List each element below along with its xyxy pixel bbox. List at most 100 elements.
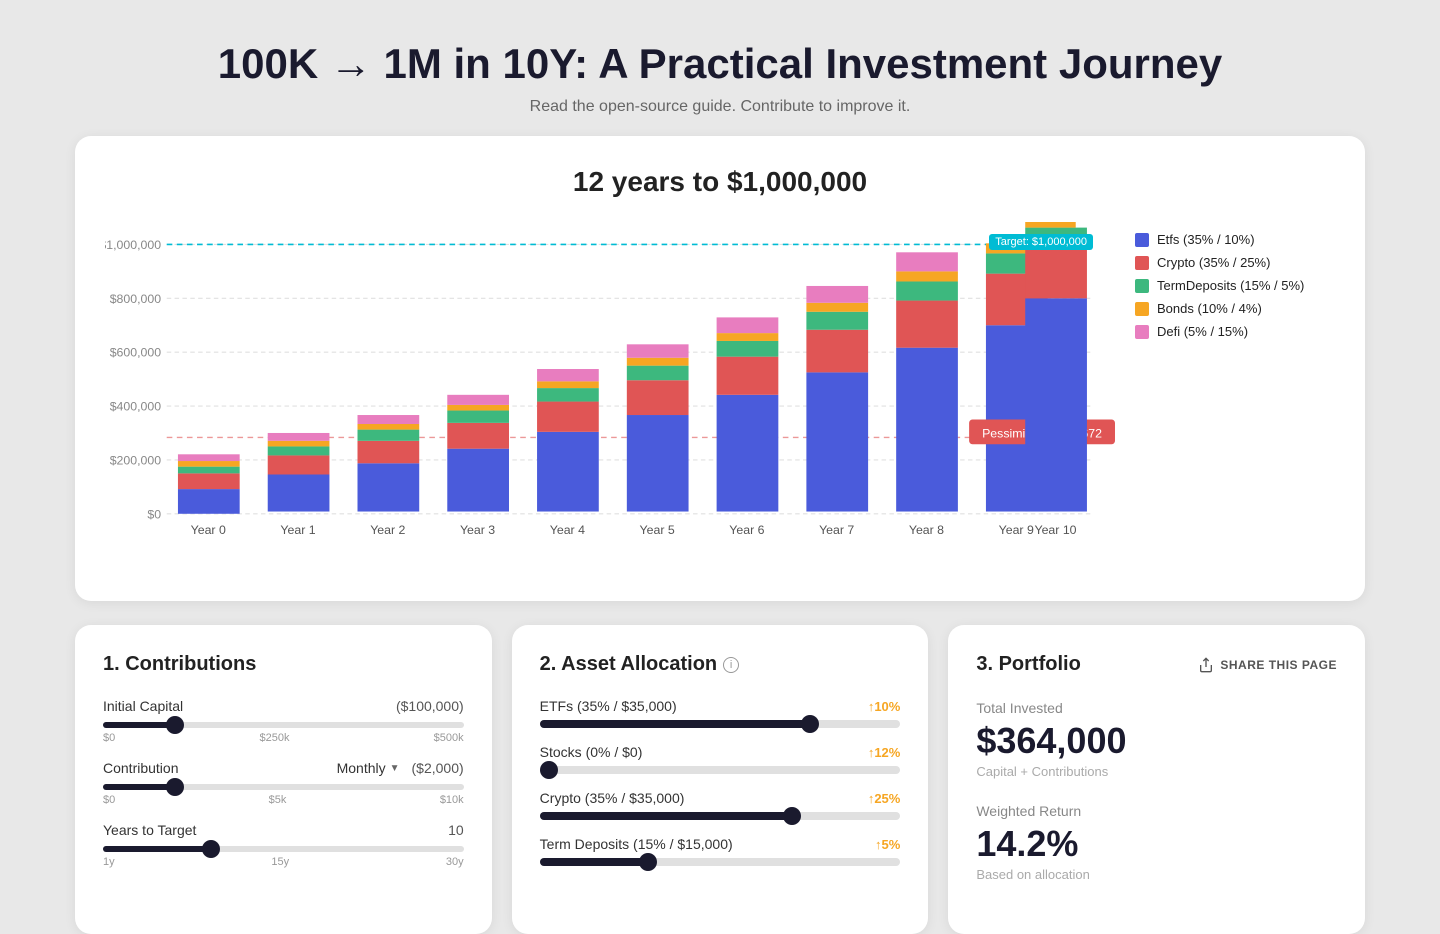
svg-text:Year 1: Year 1	[280, 523, 315, 537]
share-button[interactable]: SHARE THIS PAGE	[1198, 657, 1337, 673]
alloc-termdeposits-label: Term Deposits (15% / $15,000)	[540, 836, 733, 852]
svg-text:Year 5: Year 5	[640, 523, 675, 537]
initial-capital-value: ($100,000)	[396, 698, 464, 714]
chart-area: Target: $1,000,000 $1,000,000 $800,0	[105, 222, 1335, 581]
alloc-crypto-track[interactable]	[540, 812, 901, 820]
legend-label-defi: Defi (5% / 15%)	[1157, 324, 1248, 339]
legend-label-bonds: Bonds (10% / 4%)	[1157, 301, 1262, 316]
legend-dot-termdeposits	[1135, 279, 1149, 293]
svg-text:$400,000: $400,000	[110, 400, 162, 414]
svg-text:$200,000: $200,000	[110, 453, 162, 467]
portfolio-header: 3. Portfolio SHARE THIS PAGE	[976, 653, 1337, 676]
years-slider-thumb[interactable]	[202, 840, 220, 858]
alloc-etfs-rate: ↑10%	[868, 699, 901, 714]
bar-year-3: Year 3	[447, 395, 509, 537]
contribution-mid-label: $5k	[269, 794, 287, 806]
share-icon	[1198, 657, 1214, 673]
svg-text:Year 2: Year 2	[370, 523, 405, 537]
chart-container: Target: $1,000,000 $1,000,000 $800,0	[105, 222, 1115, 581]
alloc-crypto-thumb[interactable]	[783, 807, 801, 825]
alloc-termdeposits: Term Deposits (15% / $15,000) ↑5%	[540, 836, 901, 866]
legend-dot-crypto	[1135, 256, 1149, 270]
alloc-stocks-rate: ↑12%	[868, 745, 901, 760]
bar-chart-svg: $1,000,000 $800,000 $600,000 $400,000 $2…	[105, 222, 1115, 581]
years-label: Years to Target	[103, 822, 196, 838]
alloc-termdeposits-fill	[540, 858, 648, 866]
initial-slider-thumb[interactable]	[166, 716, 184, 734]
dropdown-value: Monthly	[337, 760, 386, 776]
chart-svg-wrap: Target: $1,000,000 $1,000,000 $800,0	[105, 222, 1115, 581]
initial-max-label: $500k	[434, 732, 464, 744]
allocation-panel: 2. Asset Allocation i ETFs (35% / $35,00…	[512, 625, 929, 934]
bar-year-0: Year 0	[178, 454, 240, 537]
years-min-label: 1y	[103, 856, 115, 868]
alloc-etfs-track[interactable]	[540, 720, 901, 728]
svg-text:Year 4: Year 4	[550, 523, 585, 537]
bar-year-7: Year 7	[806, 286, 868, 537]
portfolio-heading: 3. Portfolio	[976, 653, 1080, 676]
contribution-value: ($2,000)	[412, 760, 464, 776]
years-slider[interactable]: 1y 15y 30y	[103, 846, 464, 868]
alloc-stocks-header: Stocks (0% / $0) ↑12%	[540, 744, 901, 760]
alloc-termdeposits-rate: ↑5%	[875, 837, 900, 852]
legend-dot-defi	[1135, 325, 1149, 339]
legend-label-crypto: Crypto (35% / 25%)	[1157, 255, 1270, 270]
contribution-slider-thumb[interactable]	[166, 778, 184, 796]
alloc-etfs: ETFs (35% / $35,000) ↑10%	[540, 698, 901, 728]
contribution-dropdown[interactable]: Monthly ▼	[337, 760, 400, 776]
bar-year-5: Year 5	[627, 344, 689, 537]
allocation-heading: 2. Asset Allocation	[540, 653, 717, 676]
years-slider-track	[103, 846, 464, 852]
alloc-etfs-label: ETFs (35% / $35,000)	[540, 698, 677, 714]
bar-year-4: Year 4	[537, 369, 599, 537]
svg-text:$600,000: $600,000	[110, 346, 162, 360]
weighted-return-label: Weighted Return	[976, 803, 1337, 819]
page-subtitle: Read the open-source guide. Contribute t…	[20, 98, 1420, 116]
legend-dot-etfs	[1135, 233, 1149, 247]
bar-year-10: Year 10	[1025, 222, 1087, 537]
total-invested-stat: Total Invested $364,000 Capital + Contri…	[976, 700, 1337, 779]
alloc-termdeposits-thumb[interactable]	[639, 853, 657, 871]
alloc-crypto: Crypto (35% / $35,000) ↑25%	[540, 790, 901, 820]
contribution-label: Contribution	[103, 760, 179, 776]
svg-text:Year 7: Year 7	[819, 523, 854, 537]
years-mid-label: 15y	[271, 856, 289, 868]
contributions-panel: 1. Contributions Initial Capital ($100,0…	[75, 625, 492, 934]
bar-year-2: Year 2	[358, 415, 420, 537]
alloc-stocks-track[interactable]	[540, 766, 901, 774]
alloc-etfs-thumb[interactable]	[801, 715, 819, 733]
years-slider-fill	[103, 846, 211, 852]
alloc-etfs-header: ETFs (35% / $35,000) ↑10%	[540, 698, 901, 714]
bar-year-8: Year 8	[896, 252, 958, 537]
years-max-label: 30y	[446, 856, 464, 868]
legend-bonds: Bonds (10% / 4%)	[1135, 301, 1335, 316]
alloc-etfs-fill	[540, 720, 811, 728]
portfolio-panel: 3. Portfolio SHARE THIS PAGE Total Inves…	[948, 625, 1365, 934]
bottom-panels: 1. Contributions Initial Capital ($100,0…	[75, 625, 1365, 934]
alloc-termdeposits-track[interactable]	[540, 858, 901, 866]
alloc-crypto-rate: ↑25%	[868, 791, 901, 806]
initial-slider-fill	[103, 722, 175, 728]
legend-label-etfs: Etfs (35% / 10%)	[1157, 232, 1255, 247]
svg-text:$800,000: $800,000	[110, 292, 162, 306]
weighted-return-stat: Weighted Return 14.2% Based on allocatio…	[976, 803, 1337, 882]
contributions-heading: 1. Contributions	[103, 653, 464, 676]
initial-capital-slider[interactable]: $0 $250k $500k	[103, 722, 464, 744]
contribution-min-label: $0	[103, 794, 115, 806]
svg-text:$0: $0	[147, 507, 161, 521]
alloc-stocks-thumb[interactable]	[540, 761, 558, 779]
bar-year-6: Year 6	[717, 317, 779, 537]
page-title: 100K → 1M in 10Y: A Practical Investment…	[20, 40, 1420, 88]
initial-slider-labels: $0 $250k $500k	[103, 732, 464, 744]
svg-text:Year 0: Year 0	[191, 523, 226, 537]
initial-slider-track	[103, 722, 464, 728]
initial-min-label: $0	[103, 732, 115, 744]
contribution-slider[interactable]: $0 $5k $10k	[103, 784, 464, 806]
alloc-stocks: Stocks (0% / $0) ↑12%	[540, 744, 901, 774]
years-row: Years to Target 10	[103, 822, 464, 838]
contribution-max-label: $10k	[440, 794, 464, 806]
info-icon[interactable]: i	[723, 657, 739, 673]
svg-text:Year 6: Year 6	[729, 523, 764, 537]
page-header: 100K → 1M in 10Y: A Practical Investment…	[0, 0, 1440, 136]
weighted-return-sub: Based on allocation	[976, 867, 1337, 882]
